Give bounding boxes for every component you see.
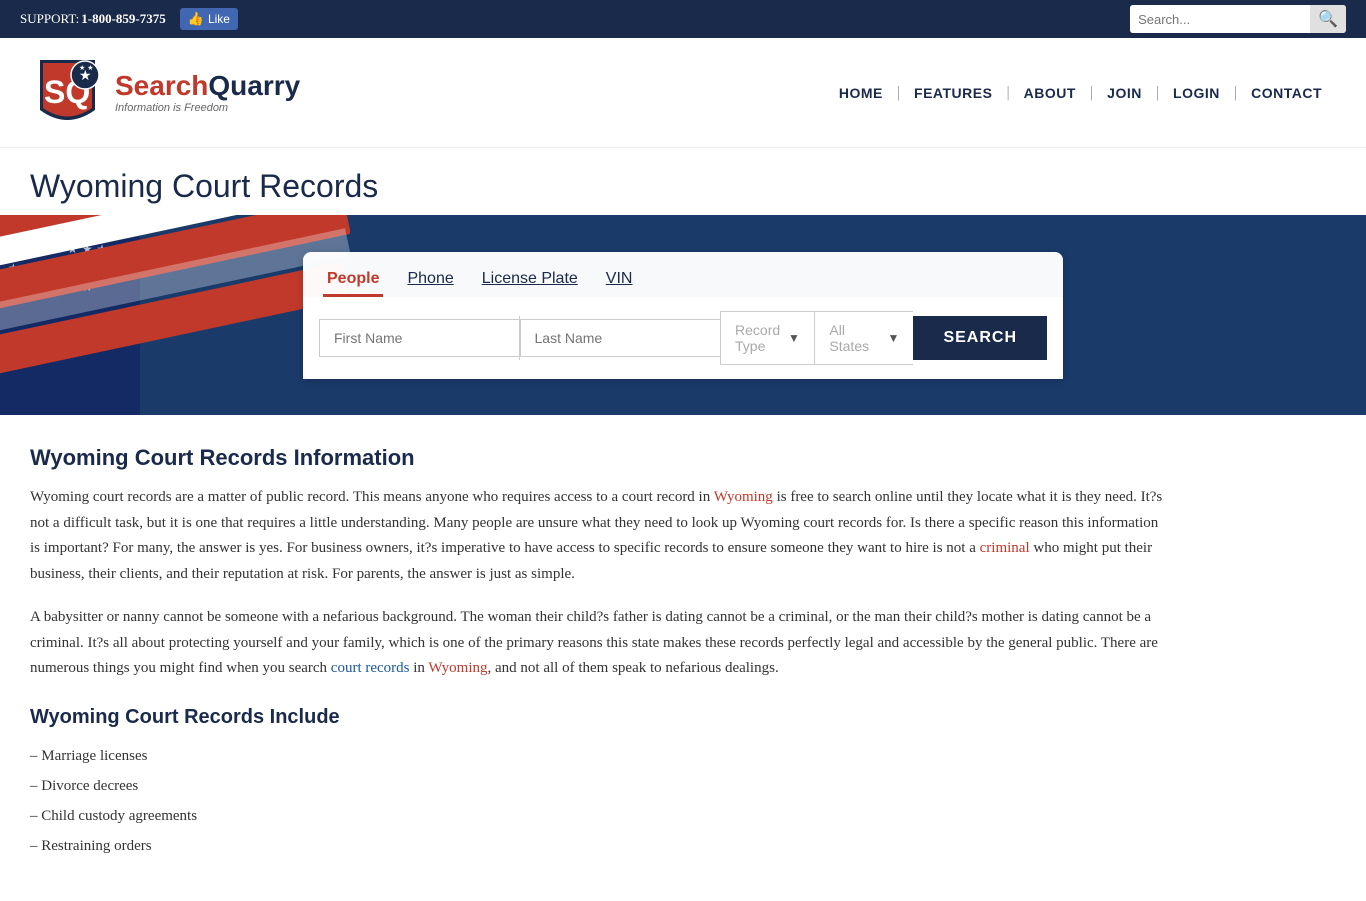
search-icon: 🔍 bbox=[1318, 9, 1338, 29]
logo-brand-name: SearchQuarry bbox=[115, 71, 300, 102]
nav-features[interactable]: FEATURES bbox=[900, 85, 1006, 101]
flag-decoration: ★ ★ ★ ★ ★ ★ ★ ★ ★ ★ ★ ★ ★ ★ ★ ★ ★ ★ ★ ★ … bbox=[0, 215, 350, 415]
logo-icon: SQ ★ ★ ★ bbox=[30, 55, 105, 130]
search-tabs: People Phone License Plate VIN bbox=[303, 252, 1063, 297]
logo-tagline: Information is Freedom bbox=[115, 102, 300, 114]
tab-phone[interactable]: Phone bbox=[403, 264, 457, 297]
criminal-link[interactable]: criminal bbox=[980, 540, 1030, 556]
recordtype-label: Record Type bbox=[735, 322, 788, 354]
top-bar-left: SUPPORT:1-800-859-7375 👍 Like bbox=[20, 8, 238, 30]
top-search-input[interactable] bbox=[1130, 5, 1310, 33]
wyoming-link-2[interactable]: Wyoming bbox=[428, 660, 487, 676]
allstates-label: All States bbox=[829, 322, 887, 354]
page-title-bar: Wyoming Court Records bbox=[0, 148, 1366, 215]
main-nav: HOME | FEATURES | ABOUT | JOIN | LOGIN |… bbox=[825, 84, 1336, 102]
nav-home[interactable]: HOME bbox=[825, 85, 897, 101]
list-item: – Divorce decrees bbox=[30, 771, 1170, 801]
firstname-input[interactable] bbox=[319, 319, 519, 357]
nav-about[interactable]: ABOUT bbox=[1010, 85, 1090, 101]
content-paragraph-2: A babysitter or nanny cannot be someone … bbox=[30, 605, 1170, 682]
thumbs-up-icon: 👍 bbox=[188, 11, 204, 27]
list-item: – Restraining orders bbox=[30, 831, 1170, 861]
tab-people[interactable]: People bbox=[323, 264, 383, 297]
logo-area: SQ ★ ★ ★ SearchQuarry Information is Fre… bbox=[30, 55, 300, 130]
tab-vin[interactable]: VIN bbox=[602, 264, 637, 297]
support-label: SUPPORT:1-800-859-7375 bbox=[20, 11, 166, 27]
wyoming-link-1[interactable]: Wyoming bbox=[714, 489, 773, 505]
search-panel: People Phone License Plate VIN Record Ty… bbox=[303, 252, 1063, 379]
top-bar: SUPPORT:1-800-859-7375 👍 Like 🔍 bbox=[0, 0, 1366, 38]
nav-contact[interactable]: CONTACT bbox=[1237, 85, 1336, 101]
top-search-button[interactable]: 🔍 bbox=[1310, 5, 1346, 33]
list-item: – Child custody agreements bbox=[30, 801, 1170, 831]
list-item: – Marriage licenses bbox=[30, 741, 1170, 771]
chevron-down-icon: ▼ bbox=[888, 331, 900, 345]
lastname-input[interactable] bbox=[520, 319, 720, 357]
hero-banner: ★ ★ ★ ★ ★ ★ ★ ★ ★ ★ ★ ★ ★ ★ ★ ★ ★ ★ ★ ★ … bbox=[0, 215, 1366, 415]
search-button[interactable]: SEARCH bbox=[913, 316, 1047, 360]
nav-join[interactable]: JOIN bbox=[1093, 85, 1156, 101]
recordtype-dropdown[interactable]: Record Type ▼ bbox=[720, 311, 814, 365]
logo-text-area: SearchQuarry Information is Freedom bbox=[115, 71, 300, 114]
court-records-link[interactable]: court records bbox=[331, 660, 410, 676]
fb-like-button[interactable]: 👍 Like bbox=[180, 8, 238, 30]
search-fields-row: Record Type ▼ All States ▼ SEARCH bbox=[303, 297, 1063, 379]
tab-license-plate[interactable]: License Plate bbox=[478, 264, 582, 297]
chevron-down-icon: ▼ bbox=[788, 331, 800, 345]
top-search-box[interactable]: 🔍 bbox=[1130, 5, 1346, 33]
svg-text:★ ★: ★ ★ bbox=[79, 64, 94, 72]
main-content: Wyoming Court Records Information Wyomin… bbox=[0, 415, 1200, 901]
content-paragraph-1: Wyoming court records are a matter of pu… bbox=[30, 485, 1170, 587]
page-title: Wyoming Court Records bbox=[30, 168, 1336, 205]
nav-login[interactable]: LOGIN bbox=[1159, 85, 1234, 101]
allstates-dropdown[interactable]: All States ▼ bbox=[814, 311, 913, 365]
info-section-title: Wyoming Court Records Information bbox=[30, 445, 1170, 471]
include-section-title: Wyoming Court Records Include bbox=[30, 706, 1170, 729]
header: SQ ★ ★ ★ SearchQuarry Information is Fre… bbox=[0, 38, 1366, 148]
top-bar-right: 🔍 bbox=[1130, 5, 1346, 33]
